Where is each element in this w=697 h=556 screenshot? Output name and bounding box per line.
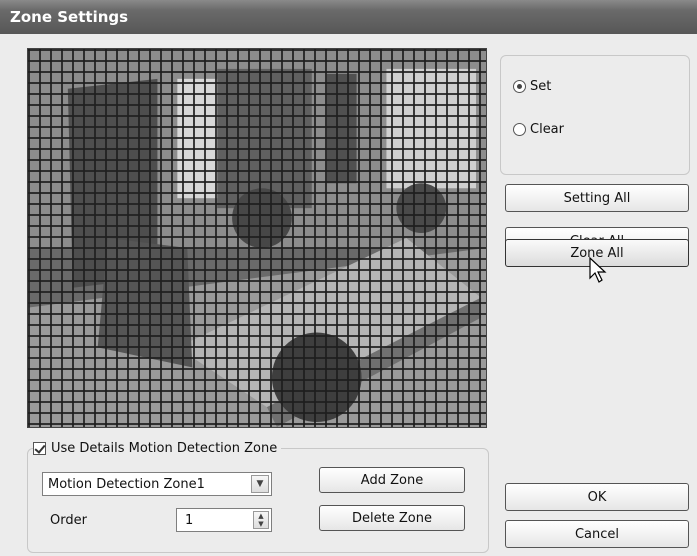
order-spinner[interactable]: 1 ▲ ▼ [176,508,272,532]
zone-grid-canvas[interactable] [27,48,487,428]
title-bar[interactable]: Zone Settings [0,0,697,34]
chevron-down-icon[interactable]: ▼ [251,475,269,493]
clear-radio-icon [513,123,526,136]
window-title: Zone Settings [10,8,129,26]
zone-select[interactable]: Motion Detection Zone1 ▼ [42,472,272,496]
set-radio-icon [513,80,526,93]
zone-settings-window: Zone Settings Set Clear Setting All Zone… [0,0,697,556]
arrow-pointer-icon [589,256,607,283]
delete-zone-button[interactable]: Delete Zone [319,505,465,531]
order-label: Order [50,513,87,528]
zone-select-value: Motion Detection Zone1 [48,476,205,492]
detail-zone-group [27,448,489,553]
set-radio[interactable]: Set [513,79,551,94]
motion-zone-grid[interactable] [28,49,486,427]
cancel-button[interactable]: Cancel [505,520,689,548]
use-details-checkbox[interactable] [33,442,46,455]
set-radio-label: Set [530,79,552,94]
ok-button[interactable]: OK [505,483,689,511]
mode-group [500,55,690,175]
order-value: 1 [185,512,194,528]
clear-radio[interactable]: Clear [513,122,564,137]
use-details-label: Use Details Motion Detection Zone [51,441,278,456]
use-details-checkbox-row[interactable]: Use Details Motion Detection Zone [33,441,282,456]
setting-all-button[interactable]: Setting All [505,184,689,212]
spinner-arrows-icon[interactable]: ▲ ▼ [253,511,269,529]
clear-radio-label: Clear [530,122,564,137]
add-zone-button[interactable]: Add Zone [319,467,465,493]
